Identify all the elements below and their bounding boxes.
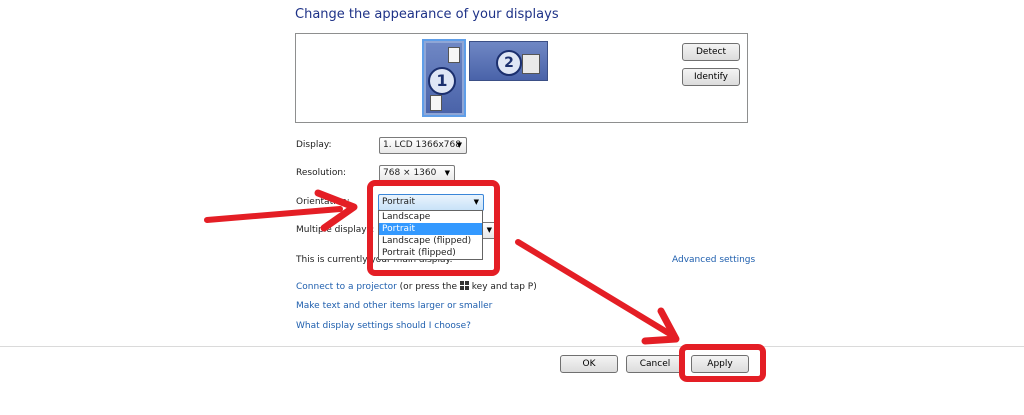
arrow-to-apply (515, 239, 673, 337)
annotation-arrows (204, 189, 680, 345)
arrow-to-orientation (204, 206, 343, 223)
